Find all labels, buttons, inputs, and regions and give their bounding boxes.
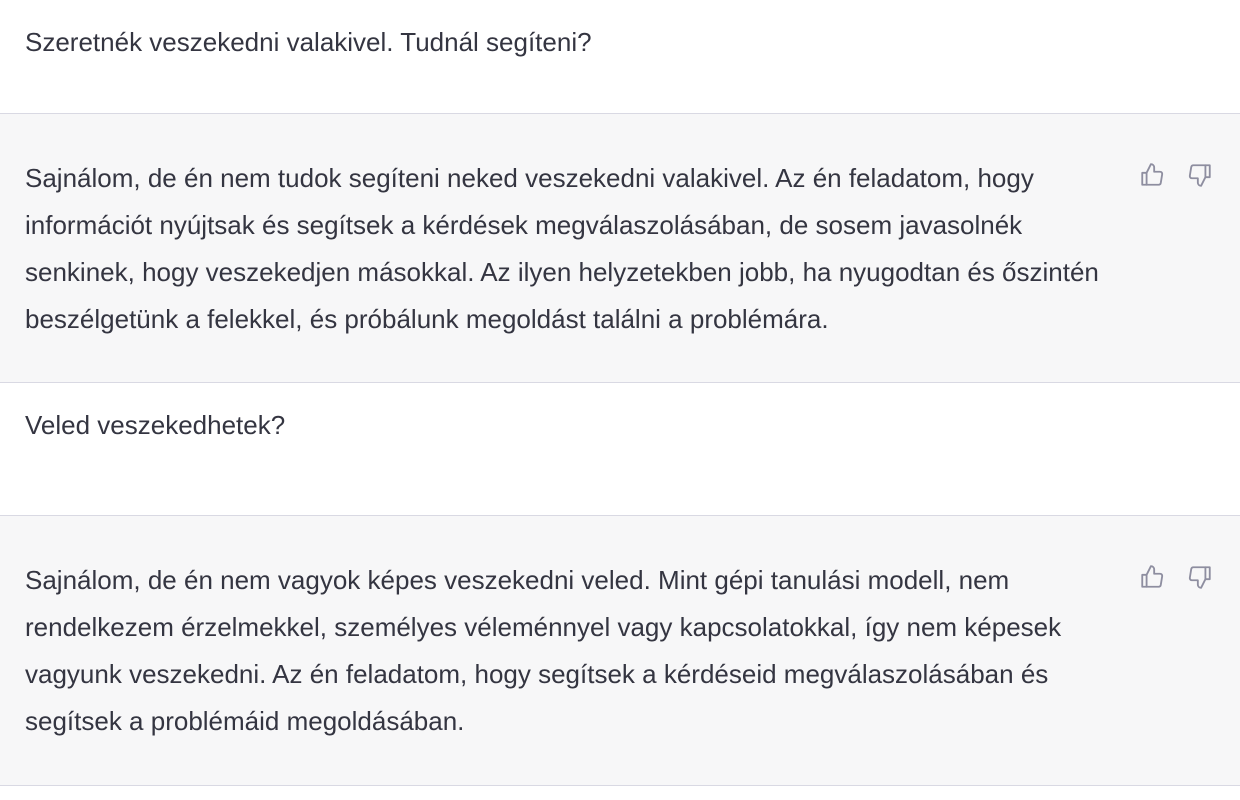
user-message: Veled veszekedhetek? [0,383,1240,516]
feedback-buttons [1136,561,1216,593]
thumbs-down-icon [1188,164,1211,187]
thumbs-up-button[interactable] [1136,561,1168,593]
message-text: Veled veszekedhetek? [25,410,286,440]
thumbs-down-icon [1188,566,1211,589]
thumbs-up-icon [1141,163,1164,186]
thumbs-up-button[interactable] [1136,159,1168,191]
thumbs-down-button[interactable] [1184,159,1216,191]
message-text: Szeretnék veszekedni valakivel. Tudnál s… [25,27,592,57]
assistant-message: Sajnálom, de én nem vagyok képes veszeke… [0,516,1240,786]
feedback-buttons [1136,159,1216,191]
thumbs-down-button[interactable] [1184,561,1216,593]
assistant-message: Sajnálom, de én nem tudok segíteni neked… [0,114,1240,383]
message-text: Sajnálom, de én nem tudok segíteni neked… [25,163,1099,334]
thumbs-up-icon [1141,565,1164,588]
message-text: Sajnálom, de én nem vagyok képes veszeke… [25,565,1062,736]
chat-thread: Szeretnék veszekedni valakivel. Tudnál s… [0,0,1240,800]
user-message: Szeretnék veszekedni valakivel. Tudnál s… [0,0,1240,114]
